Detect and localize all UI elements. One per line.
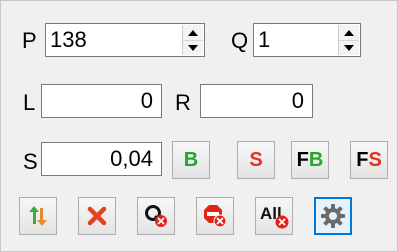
q-label: Q	[231, 28, 249, 53]
cancel-stop-icon	[204, 205, 227, 228]
s-input[interactable]: 0,04	[41, 142, 162, 176]
l-label: L	[23, 90, 36, 115]
q-spinner-input[interactable]: 1	[253, 23, 361, 57]
fast-sell-s-label: S	[368, 148, 382, 171]
arrow-up-icon	[344, 29, 354, 36]
p-spinner-input[interactable]: 138	[45, 23, 205, 57]
l-value: 0	[140, 88, 153, 113]
q-spin-buttons	[338, 25, 359, 55]
fast-buy-button[interactable]: FB	[291, 141, 329, 179]
cancel-quotes-button[interactable]	[137, 197, 175, 235]
q-increment-button[interactable]	[339, 25, 359, 41]
fast-buy-b-label: B	[308, 148, 324, 171]
cancel-all-button[interactable]: All	[255, 197, 293, 235]
cancel-q-icon	[145, 205, 167, 227]
p-spin-buttons	[182, 25, 203, 55]
r-label: R	[175, 90, 191, 115]
arrow-up-icon	[188, 29, 198, 36]
arrow-down-icon	[344, 44, 354, 51]
settings-gear-icon	[321, 204, 345, 228]
fast-sell-f-label: F	[356, 148, 369, 171]
s-value: 0,04	[110, 146, 153, 171]
buy-label: B	[183, 148, 199, 171]
sell-label: S	[249, 148, 263, 171]
q-decrement-button[interactable]	[339, 40, 359, 55]
p-label: P	[22, 28, 37, 53]
sell-button[interactable]: S	[237, 141, 275, 179]
p-increment-button[interactable]	[183, 25, 203, 41]
arrow-down-icon	[188, 44, 198, 51]
l-input[interactable]: 0	[41, 84, 162, 118]
red-x-badge-icon	[275, 215, 289, 229]
cancel-x-icon	[87, 206, 107, 226]
buy-button[interactable]: B	[172, 141, 210, 179]
reverse-position-button[interactable]	[19, 197, 57, 235]
q-value: 1	[258, 27, 271, 52]
r-value: 0	[291, 88, 304, 113]
order-panel: P 138 Q 1 L 0 R 0 S 0,04 B S FB FS All	[0, 0, 398, 252]
settings-button[interactable]	[314, 197, 352, 235]
swap-arrows-icon	[29, 206, 47, 226]
r-input[interactable]: 0	[200, 84, 313, 118]
fast-buy-f-label: F	[296, 148, 309, 171]
s-label: S	[23, 149, 38, 174]
p-value: 138	[50, 27, 87, 52]
cancel-all-icon: All	[260, 204, 289, 229]
cancel-stops-button[interactable]	[196, 197, 234, 235]
fast-sell-button[interactable]: FS	[350, 141, 388, 179]
cancel-order-button[interactable]	[78, 197, 116, 235]
p-decrement-button[interactable]	[183, 40, 203, 55]
